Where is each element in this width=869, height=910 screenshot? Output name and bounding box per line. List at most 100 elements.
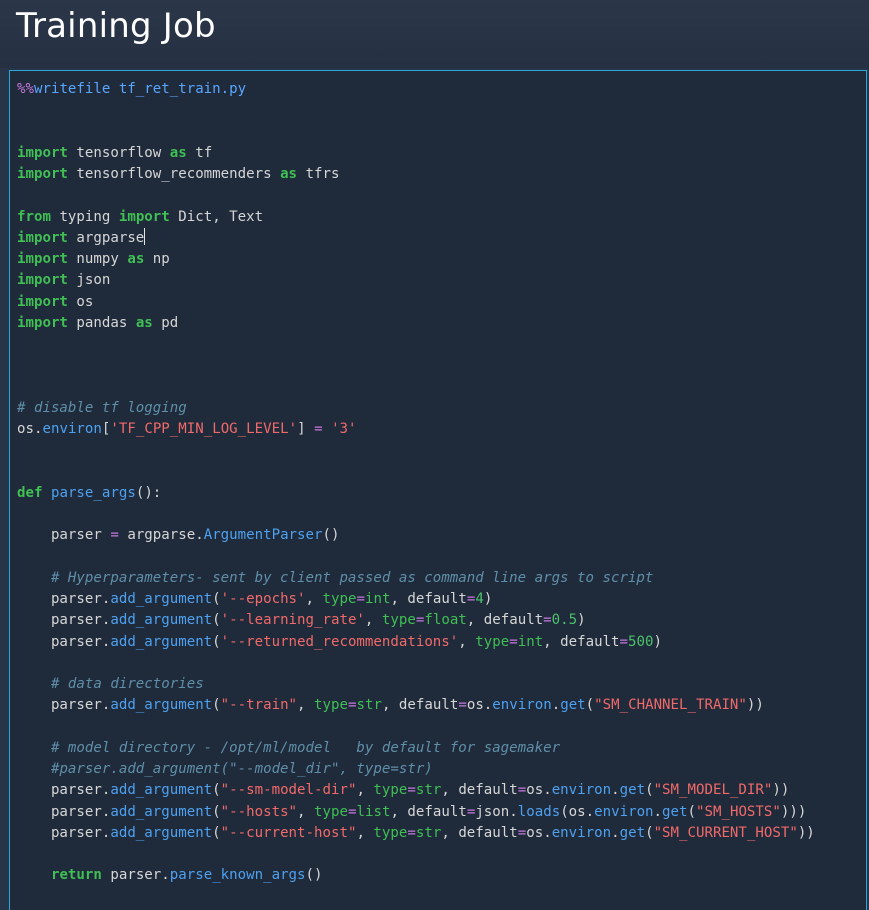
code-line[interactable]: parser = argparse.ArgumentParser() xyxy=(17,525,867,546)
code-line[interactable] xyxy=(17,185,867,206)
code-line[interactable]: # Hyperparameters- sent by client passed… xyxy=(17,568,867,589)
code-token-plain: , default xyxy=(543,633,620,650)
code-token-kw: import xyxy=(17,293,68,310)
code-token-kw: as xyxy=(169,144,187,161)
code-token-str: '--returned_recommendations' xyxy=(220,633,459,650)
code-line[interactable] xyxy=(17,440,867,461)
code-line[interactable] xyxy=(17,122,867,143)
code-line[interactable]: return parser.parse_known_args() xyxy=(17,865,867,886)
code-token-plain: parser. xyxy=(17,633,111,650)
code-token-plain: tf xyxy=(186,144,213,161)
code-line[interactable] xyxy=(17,462,867,483)
code-line[interactable]: parser.add_argument('--epochs', type=int… xyxy=(17,589,867,610)
code-token-plain: () xyxy=(305,867,323,884)
code-token-plain: np xyxy=(144,251,170,267)
code-token-plain: , xyxy=(297,697,315,714)
code-line[interactable]: parser.add_argument("--current-host", ty… xyxy=(17,823,867,844)
code-line[interactable] xyxy=(17,334,867,355)
code-token-builtin: str xyxy=(415,782,442,799)
code-line[interactable]: import os xyxy=(17,292,867,313)
code-token-plain: )) xyxy=(772,782,790,799)
code-token-builtin: type xyxy=(314,697,348,714)
code-line[interactable]: def parse_args(): xyxy=(17,483,867,504)
code-token-plain: tfrs xyxy=(297,166,340,182)
code-line[interactable]: import numpy as np xyxy=(17,249,867,270)
code-token-fn: environ xyxy=(594,803,654,820)
code-token-plain: )) xyxy=(746,697,764,714)
code-token-plain: parser. xyxy=(17,612,111,629)
code-token-plain: json xyxy=(67,272,111,289)
code-line[interactable]: from typing import Dict, Text xyxy=(17,207,867,228)
code-token-plain: tensorflow_recommenders xyxy=(67,166,281,182)
code-line[interactable]: parser.add_argument('--learning_rate', t… xyxy=(17,610,867,631)
code-line[interactable] xyxy=(17,504,867,525)
code-token-comment: # Hyperparameters- sent by client passed… xyxy=(50,569,654,586)
code-line[interactable]: # disable tf logging xyxy=(17,398,867,419)
code-token-str: 'TF_CPP_MIN_LOG_LEVEL' xyxy=(110,421,298,437)
code-line[interactable]: import tensorflow_recommenders as tfrs xyxy=(17,164,867,185)
code-token-str: "--sm-model-dir" xyxy=(220,782,357,799)
code-token-plain: . xyxy=(611,824,620,841)
code-line[interactable] xyxy=(17,717,867,738)
code-line[interactable]: parser.add_argument("--hosts", type=list… xyxy=(17,802,867,823)
code-line[interactable] xyxy=(17,547,867,568)
code-line[interactable]: import pandas as pd xyxy=(17,313,867,334)
code-token-builtin: type xyxy=(475,633,510,650)
code-token-magic: %% xyxy=(17,81,34,97)
code-editor-content[interactable]: %%writefile tf_ret_train.pyimport tensor… xyxy=(17,79,867,887)
code-line[interactable]: import json xyxy=(17,270,867,291)
code-token-plain: , default xyxy=(390,591,467,607)
code-token-plain: ] xyxy=(297,421,315,437)
code-line[interactable] xyxy=(17,355,867,376)
code-line[interactable]: %%writefile tf_ret_train.py xyxy=(17,79,867,100)
code-line[interactable]: parser.add_argument("--train", type=str,… xyxy=(17,695,867,716)
code-line[interactable]: #parser.add_argument("--model_dir", type… xyxy=(17,759,867,780)
code-token-fn: parse_known_args xyxy=(169,867,306,884)
code-token-plain: ( xyxy=(212,697,221,714)
code-token-plain: , xyxy=(297,803,315,820)
code-token-builtin: float xyxy=(424,612,467,629)
code-line[interactable]: import tensorflow as tf xyxy=(17,143,867,164)
code-token-builtin: type xyxy=(373,782,408,799)
code-line[interactable] xyxy=(17,844,867,865)
code-line[interactable] xyxy=(17,377,867,398)
code-line[interactable] xyxy=(17,653,867,674)
code-token-builtin: type xyxy=(381,612,416,629)
code-token-fn: get xyxy=(619,824,646,841)
code-token-builtin: int xyxy=(364,591,391,607)
code-token-plain: os xyxy=(67,293,94,310)
code-token-fn: environ xyxy=(551,782,612,799)
code-token-plain: ( xyxy=(645,782,654,799)
code-token-str: "SM_HOSTS" xyxy=(696,803,781,820)
code-token-fn: get xyxy=(662,803,688,820)
code-line[interactable] xyxy=(17,100,867,121)
code-token-plain: ) xyxy=(577,612,586,629)
code-token-op: = xyxy=(407,824,416,841)
code-line[interactable]: os.environ['TF_CPP_MIN_LOG_LEVEL'] = '3' xyxy=(17,419,867,440)
code-token-plain: ( xyxy=(212,612,221,629)
code-line[interactable]: # data directories xyxy=(17,674,867,695)
code-token-plain: ( xyxy=(687,803,697,820)
code-token-plain: (os. xyxy=(560,803,595,820)
code-token-plain: argparse xyxy=(67,229,145,246)
code-token-num: 0.5 xyxy=(551,612,578,629)
code-line[interactable]: parser.add_argument("--sm-model-dir", ty… xyxy=(17,780,867,801)
code-token-str: '--learning_rate' xyxy=(220,612,365,629)
code-cell-editor[interactable]: %%writefile tf_ret_train.pyimport tensor… xyxy=(9,70,867,910)
code-token-builtin: str xyxy=(356,697,382,714)
code-token-builtin: type xyxy=(314,803,348,820)
code-token-kw: import xyxy=(17,166,68,182)
code-line[interactable]: parser.add_argument('--returned_recommen… xyxy=(17,632,867,653)
code-token-fn: get xyxy=(560,697,586,714)
code-token-plain: , default xyxy=(441,782,518,799)
code-token-plain: () xyxy=(322,527,340,544)
code-token-plain: ( xyxy=(212,591,221,607)
code-line[interactable]: # model directory - /opt/ml/model by def… xyxy=(17,738,867,759)
code-line[interactable]: import argparse xyxy=(17,227,867,249)
code-token-plain: , xyxy=(458,633,476,650)
code-token-plain: ))) xyxy=(780,803,807,820)
code-token-fn: loads xyxy=(517,803,561,820)
code-token-plain: typing xyxy=(50,208,119,225)
code-token-comment: # model directory - /opt/ml/model by def… xyxy=(50,739,561,756)
